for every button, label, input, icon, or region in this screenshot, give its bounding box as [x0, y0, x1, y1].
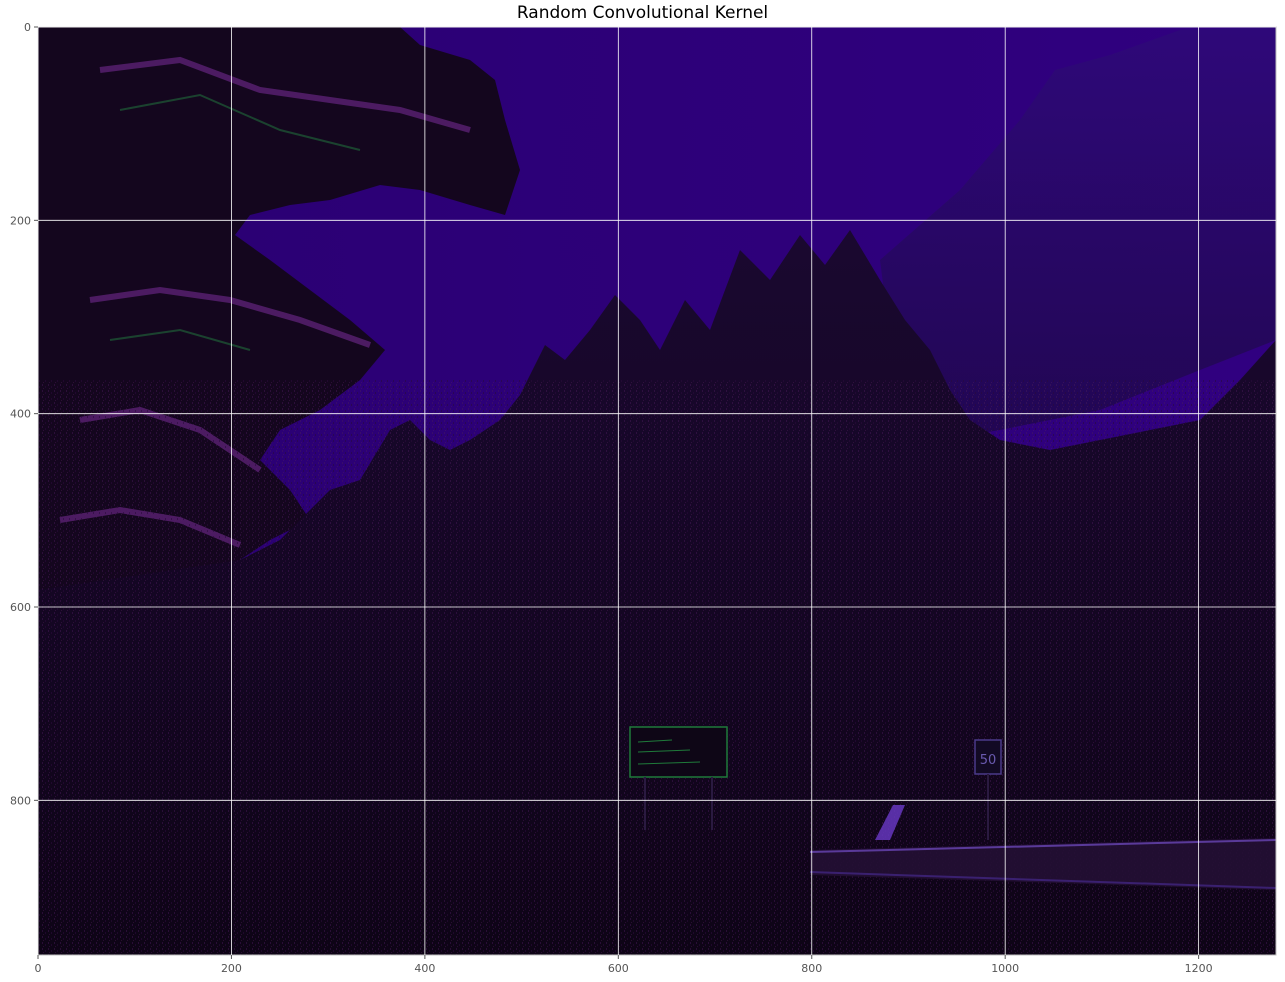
- figure-canvas: 50 0 200 400 600 800 1000 1200 0 200 400 600 800: [10, 21, 1277, 975]
- x-tick-label: 200: [221, 962, 242, 975]
- y-tick-label: 800: [10, 794, 31, 807]
- speed-limit-value: 50: [980, 753, 997, 768]
- y-tick-label: 0: [24, 21, 31, 34]
- x-tick-label: 600: [608, 962, 629, 975]
- x-tick-label: 800: [801, 962, 822, 975]
- x-tick-label: 400: [414, 962, 435, 975]
- x-tick-label: 0: [35, 962, 42, 975]
- y-tick-label: 600: [10, 601, 31, 614]
- x-tick-label: 1200: [1185, 962, 1213, 975]
- y-tick-label: 400: [10, 408, 31, 421]
- x-tick-label: 1000: [991, 962, 1019, 975]
- convolved-image: 50: [38, 27, 1276, 955]
- y-tick-label: 200: [10, 214, 31, 227]
- y-axis-ticks: 0 200 400 600 800: [10, 21, 38, 807]
- x-axis-ticks: 0 200 400 600 800 1000 1200: [35, 955, 1213, 975]
